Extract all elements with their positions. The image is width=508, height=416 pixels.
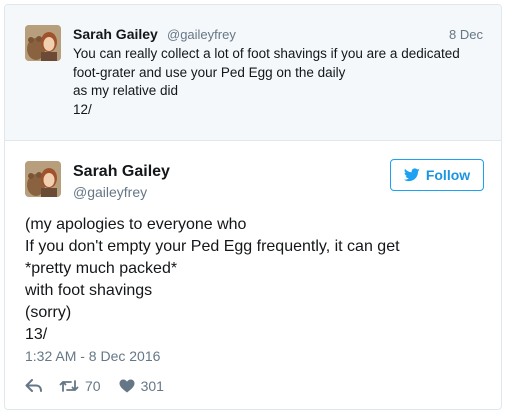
like-count: 301	[140, 378, 164, 394]
twitter-bird-icon	[403, 168, 420, 182]
author-name[interactable]: Sarah Gailey	[73, 163, 170, 181]
parent-tweet-date[interactable]: 8 Dec	[449, 27, 483, 42]
retweet-count: 70	[85, 378, 101, 394]
like-button[interactable]: 301	[119, 378, 164, 394]
retweet-button[interactable]: 70	[59, 378, 101, 394]
parent-tweet[interactable]: Sarah Gailey @gaileyfrey 8 Dec You can r…	[5, 5, 501, 141]
tweet-embed-card: Sarah Gailey @gaileyfrey 8 Dec You can r…	[4, 4, 502, 410]
heart-icon	[119, 379, 135, 393]
tweet-timestamp[interactable]: 1:32 AM - 8 Dec 2016	[25, 348, 160, 364]
parent-tweet-line: foot-grater and use your Ped Egg on the …	[73, 64, 346, 80]
parent-author-handle[interactable]: @gaileyfrey	[167, 27, 236, 42]
follow-button[interactable]: Follow	[390, 159, 484, 191]
retweet-icon	[59, 379, 79, 393]
reply-button[interactable]	[25, 379, 43, 393]
tweet-text: (my apologies to everyone who If you don…	[25, 214, 485, 346]
parent-tweet-line: You can really collect a lot of foot sha…	[73, 46, 460, 61]
tweet-line: *pretty much packed*	[25, 260, 178, 277]
tweet-line: with foot shavings	[25, 282, 153, 299]
parent-author-name[interactable]: Sarah Gailey	[73, 26, 158, 42]
parent-tweet-line: 12/	[73, 101, 92, 117]
reply-icon	[25, 379, 43, 393]
tweet-actions: 70 301	[25, 376, 164, 396]
parent-author-avatar[interactable]	[25, 25, 61, 61]
tweet-line: 13/	[25, 326, 48, 343]
parent-tweet-text: You can really collect a lot of foot sha…	[73, 45, 489, 119]
tweet-line: (my apologies to everyone who	[25, 216, 247, 233]
author-avatar[interactable]	[25, 161, 61, 197]
parent-tweet-line: as my relative did	[73, 83, 179, 98]
author-handle[interactable]: @gaileyfrey	[73, 184, 147, 200]
tweet-line: If you don't empty your Ped Egg frequent…	[25, 238, 400, 255]
tweet-line: (sorry)	[25, 304, 72, 321]
follow-label: Follow	[425, 167, 471, 183]
